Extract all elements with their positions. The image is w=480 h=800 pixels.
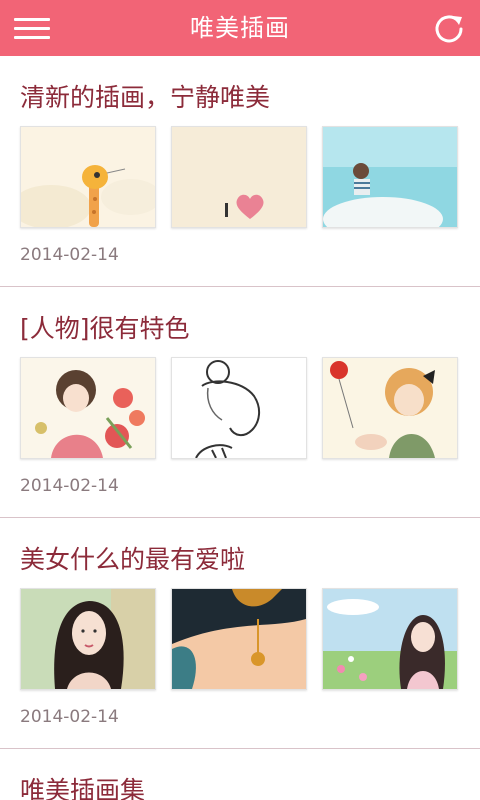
thumbnail-row xyxy=(20,357,460,461)
i-heart-illustration[interactable] xyxy=(171,126,307,228)
post-title: [人物]很有特色 xyxy=(20,314,190,343)
page-title: 唯美插画 xyxy=(190,14,290,42)
post-card[interactable]: 美女什么的最有爱啦 2014-02-14 xyxy=(0,518,480,749)
giraffe-illustration[interactable] xyxy=(20,126,156,228)
post-list: 清新的插画，宁静唯美 2014-02-14 [人物]很有特色 2014-02-1… xyxy=(0,56,480,800)
refresh-icon xyxy=(435,15,463,43)
sketch-girl-illustration[interactable] xyxy=(171,357,307,459)
post-card[interactable]: [人物]很有特色 2014-02-14 xyxy=(0,287,480,518)
post-title: 美女什么的最有爱啦 xyxy=(20,545,246,574)
thumbnail-row xyxy=(20,126,460,230)
post-date: 2014-02-14 xyxy=(20,476,119,496)
refresh-button[interactable] xyxy=(432,12,466,46)
hair-ornament-illustration[interactable] xyxy=(171,588,307,690)
post-card[interactable]: 唯美插画集 xyxy=(0,749,480,800)
post-card[interactable]: 清新的插画，宁静唯美 2014-02-14 xyxy=(0,56,480,287)
girl-in-flower-field-illustration[interactable] xyxy=(322,588,458,690)
post-title: 唯美插画集 xyxy=(20,776,146,800)
thumbnail-row xyxy=(20,588,460,692)
post-date: 2014-02-14 xyxy=(20,707,119,727)
seaside-girl-illustration[interactable] xyxy=(322,126,458,228)
long-hair-beauty-illustration[interactable] xyxy=(20,588,156,690)
girl-with-flowers-illustration[interactable] xyxy=(20,357,156,459)
post-title: 清新的插画，宁静唯美 xyxy=(20,83,271,112)
girl-with-balloon-illustration[interactable] xyxy=(322,357,458,459)
post-date: 2014-02-14 xyxy=(20,245,119,265)
app-header: 唯美插画 xyxy=(0,0,480,56)
